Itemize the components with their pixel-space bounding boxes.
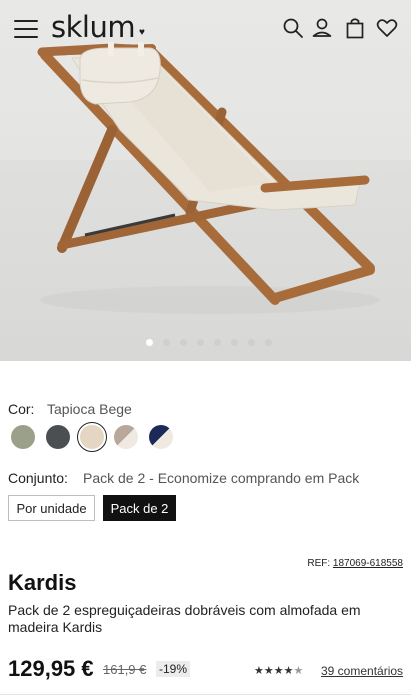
carousel-dot[interactable] [214,339,221,346]
option-per-unit-button[interactable]: Por unidade [8,495,95,521]
star-icon: ★ [273,665,284,677]
logo[interactable]: sklum [51,10,136,44]
star-icon: ★ [283,665,294,677]
old-price: 161,9 € [103,662,147,677]
carousel-dot[interactable] [248,339,255,346]
color-swatch-dark-grey[interactable] [46,425,70,449]
search-icon[interactable] [282,17,304,39]
header: sklum ♥ [0,0,411,58]
star-icon: ★ [254,665,264,677]
color-swatch-green[interactable] [11,425,35,449]
product-price: 129,95 € [8,656,94,681]
wishlist-icon[interactable] [376,17,398,39]
color-label: Cor: [8,401,35,417]
account-icon[interactable] [311,17,333,39]
cart-icon[interactable] [344,17,366,39]
ref-label: REF: [307,558,331,569]
menu-icon[interactable] [14,20,38,38]
carousel-dot[interactable] [163,339,170,346]
logo-heart-icon: ♥ [139,27,145,38]
star-half-icon: ★ [293,665,304,677]
ref-link[interactable]: 187069-618558 [333,558,403,569]
carousel-dot[interactable] [197,339,204,346]
color-value: Tapioca Bege [47,401,132,417]
set-label: Conjunto: [8,470,68,486]
star-icon: ★ [263,665,274,677]
product-description: Pack de 2 espreguiçadeiras dobráveis com… [8,602,361,635]
option-pack-2-button[interactable]: Pack de 2 [103,495,176,521]
divider [0,694,411,699]
color-swatch-taupe-stripe[interactable] [114,425,138,449]
carousel-dot[interactable] [231,339,238,346]
color-swatch-navy-stripe[interactable] [149,425,173,449]
set-value: Pack de 2 - Economize comprando em Pack [83,470,360,486]
discount-badge: -19% [156,661,191,677]
rating-stars[interactable]: ★★★★★ [254,664,303,677]
color-swatch-tapioca-beige[interactable] [80,425,104,449]
reviews-link[interactable]: 39 comentários [321,664,403,678]
product-title: Kardis [8,570,77,595]
product-ref: REF: 187069-618558 [307,558,403,569]
carousel-dot[interactable] [180,339,187,346]
carousel-dot[interactable] [265,339,272,346]
carousel-dot[interactable] [146,339,153,346]
